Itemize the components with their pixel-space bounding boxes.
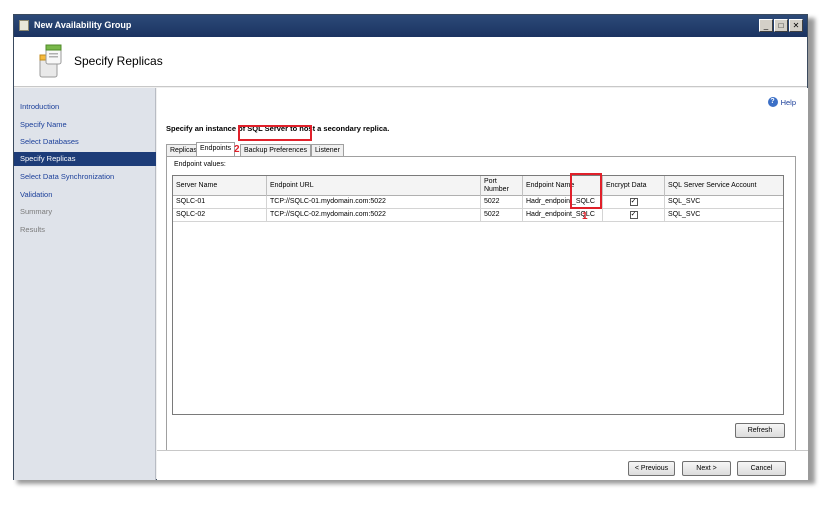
cell-port-number[interactable]: 5022 [481, 196, 523, 209]
help-link[interactable]: ? Help [767, 97, 796, 107]
annotation-marker-1: 1 [582, 211, 588, 222]
title-bar: New Availability Group _ □ ✕ [14, 15, 807, 37]
cell-server-name: SQLC-01 [173, 196, 267, 209]
nav-item-specify-replicas[interactable]: Specify Replicas [14, 152, 156, 166]
footer-divider [157, 450, 808, 451]
cancel-button[interactable]: Cancel [737, 461, 786, 476]
column-header-server-name[interactable]: Server Name [173, 176, 267, 196]
tab-endpoints[interactable]: Endpoints [196, 142, 236, 157]
nav-item-summary: Summary [20, 207, 53, 216]
help-icon: ? [767, 97, 778, 107]
main-content: ? Help Specify an instance of SQL Server… [157, 88, 808, 480]
tab-backup-preferences[interactable]: Backup Preferences [240, 144, 312, 156]
column-header-endpoint-url[interactable]: Endpoint URL [267, 176, 481, 196]
app-icon [19, 20, 29, 31]
column-header-encrypt-data[interactable]: Encrypt Data [603, 176, 665, 196]
endpoint-name-highlight [570, 173, 602, 209]
refresh-button[interactable]: Refresh [735, 423, 785, 438]
endpoints-panel: Endpoint values: Server Name Endpoint UR… [166, 156, 796, 451]
column-header-service-account[interactable]: SQL Server Service Account [665, 176, 783, 196]
minimize-button[interactable]: _ [759, 19, 773, 32]
nav-item-select-databases[interactable]: Select Databases [20, 137, 79, 146]
nav-item-results: Results [20, 225, 46, 234]
nav-item-validation[interactable]: Validation [20, 190, 52, 199]
cell-endpoint-name[interactable]: Hadr_endpoint_SQLC [523, 209, 603, 222]
previous-button[interactable]: < Previous [628, 461, 675, 476]
nav-item-select-data-synchronization[interactable]: Select Data Synchronization [20, 172, 114, 181]
maximize-button[interactable]: □ [774, 19, 788, 32]
annotation-marker-2: 2 [234, 144, 240, 155]
nav-item-specify-name[interactable]: Specify Name [20, 120, 67, 129]
cell-endpoint-url[interactable]: TCP://SQLC-02.mydomain.com:5022 [267, 209, 481, 222]
cell-service-account[interactable]: SQL_SVC [665, 209, 783, 222]
close-button[interactable]: ✕ [789, 19, 803, 32]
window-title: New Availability Group [34, 20, 132, 30]
backup-preferences-highlight [238, 125, 312, 141]
next-button[interactable]: Next > [682, 461, 731, 476]
encrypt-data-checkbox[interactable]: ✓ [629, 198, 638, 206]
column-header-port-number[interactable]: Port Number [481, 176, 523, 196]
endpoints-table: Server Name Endpoint URL Port Number End… [172, 175, 784, 415]
cell-service-account[interactable]: SQL_SVC [665, 196, 783, 209]
cell-endpoint-url[interactable]: TCP://SQLC-01.mydomain.com:5022 [267, 196, 481, 209]
cell-encrypt-data: ✓ [603, 209, 665, 222]
wizard-window: New Availability Group _ □ ✕ Specify Rep… [13, 14, 808, 480]
tab-listener[interactable]: Listener [311, 144, 344, 156]
page-heading: Specify Replicas [74, 54, 163, 68]
wizard-sidebar: Introduction Specify Name Select Databas… [14, 88, 156, 480]
endpoint-values-label: Endpoint values: [174, 161, 226, 168]
window-controls: _ □ ✕ [759, 19, 803, 32]
encrypt-data-checkbox[interactable]: ✓ [629, 211, 638, 219]
cell-port-number[interactable]: 5022 [481, 209, 523, 222]
cell-encrypt-data: ✓ [603, 196, 665, 209]
wizard-header: Specify Replicas [14, 37, 807, 87]
cell-server-name: SQLC-02 [173, 209, 267, 222]
table-row[interactable]: SQLC-02 TCP://SQLC-02.mydomain.com:5022 … [173, 209, 783, 222]
table-header: Server Name Endpoint URL Port Number End… [173, 176, 783, 196]
table-row[interactable]: SQLC-01 TCP://SQLC-01.mydomain.com:5022 … [173, 196, 783, 209]
nav-item-introduction[interactable]: Introduction [20, 102, 59, 111]
database-wizard-icon [39, 44, 62, 78]
help-label: Help [780, 97, 796, 107]
